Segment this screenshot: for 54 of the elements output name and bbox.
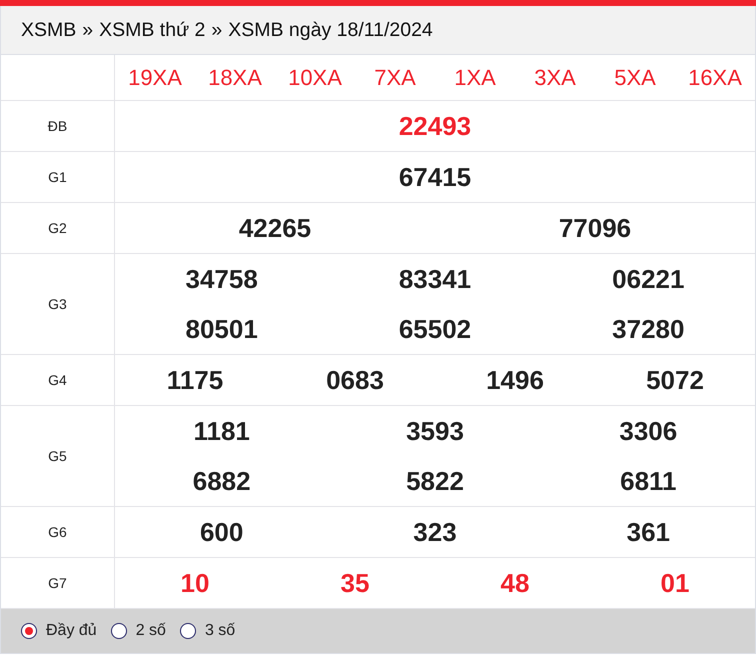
draw-code: 5XA	[613, 64, 657, 90]
breadcrumb-link[interactable]: XSMB	[21, 18, 76, 42]
option-label[interactable]: 3 số	[204, 622, 236, 640]
prize-number: 600	[198, 516, 244, 548]
prize-number: 0683	[325, 364, 385, 396]
prize-number: 80501	[184, 312, 259, 346]
draw-code: 18XA	[207, 64, 263, 90]
prize-number: 361	[626, 516, 672, 548]
draw-code: 1XA	[453, 64, 497, 90]
prize-number: 42265	[238, 212, 312, 244]
breadcrumb-separator: »	[211, 18, 222, 42]
prize-number: 35	[340, 566, 370, 600]
prize-number: 6811	[619, 464, 678, 498]
prize-number: 1175	[166, 364, 224, 396]
draw-code: 16XA	[687, 64, 743, 90]
prize-number: 22493	[398, 110, 472, 142]
prize-number: 6882	[192, 464, 252, 498]
prize-number: 48	[500, 566, 530, 600]
prize-label: G3	[1, 254, 115, 354]
prize-number: 01	[660, 566, 690, 600]
prize-label: G4	[1, 355, 115, 405]
breadcrumb-link[interactable]: XSMB ngày 18/11/2024	[228, 18, 433, 42]
prize-label: G1	[1, 152, 115, 202]
prize-number: 37280	[611, 312, 686, 346]
radio-button[interactable]	[21, 623, 37, 639]
prize-number: 3306	[618, 414, 678, 448]
prize-label: G6	[1, 507, 115, 557]
radio-button[interactable]	[180, 623, 196, 639]
prize-label: G2	[1, 203, 115, 253]
prize-number: 1496	[485, 364, 545, 396]
breadcrumb-link[interactable]: XSMB thứ 2	[99, 18, 206, 42]
prize-label: ĐB	[1, 101, 115, 151]
prize-label: G5	[1, 406, 115, 506]
prize-number: 77096	[558, 212, 632, 244]
prize-number: 10	[180, 566, 210, 600]
draw-code: 10XA	[287, 64, 343, 90]
option-label[interactable]: Đầy đủ	[46, 622, 97, 640]
draw-code: 3XA	[533, 64, 577, 90]
prize-number: 83341	[398, 262, 472, 296]
prize-number: 323	[412, 516, 458, 548]
prize-number: 65502	[398, 312, 472, 346]
prize-number: 06221	[611, 262, 686, 296]
prize-number: 5072	[645, 364, 705, 396]
draw-code: 7XA	[373, 64, 417, 90]
breadcrumb-separator: »	[82, 18, 94, 42]
option-label[interactable]: 2 số	[136, 622, 166, 640]
draw-code: 19XA	[127, 64, 183, 90]
prize-number: 1181	[192, 414, 251, 448]
prize-number: 5822	[405, 464, 465, 498]
prize-number: 34758	[184, 262, 259, 296]
prize-number: 67415	[398, 160, 472, 194]
radio-button[interactable]	[110, 623, 127, 639]
prize-number: 3593	[405, 414, 465, 448]
prize-label: G7	[1, 558, 115, 608]
